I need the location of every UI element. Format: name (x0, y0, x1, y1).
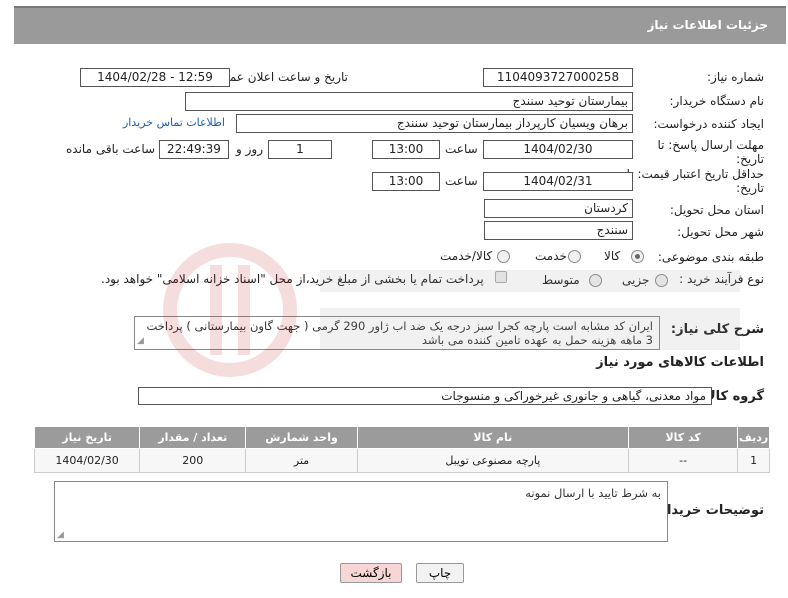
table-header-row: ردیف کد کالا نام کالا واحد شمارش تعداد /… (33, 426, 770, 449)
cell-quantity: 200 (139, 448, 247, 473)
need-number-field: 1104093727000258 (483, 68, 633, 87)
watermark-logo-icon (163, 243, 740, 377)
cell-item-code: -- (627, 448, 739, 473)
buyer-notes-text: به شرط تایید با ارسال نمونه (525, 486, 661, 500)
cell-item-name: پارچه مصنوعی تویبل (356, 448, 629, 473)
cell-row-number: 1 (737, 448, 770, 473)
page-header: جزئیات اطلاعات نیاز (14, 6, 786, 44)
days-label: روز و (236, 142, 263, 156)
creator-field: برهان ویسیان کارپرداز بیمارستان توحید سن… (236, 114, 633, 133)
print-button[interactable]: چاپ (416, 563, 464, 583)
delivery-province-field: کردستان (484, 199, 633, 218)
buyer-org-field: بیمارستان توحید سنندج (185, 92, 633, 111)
need-number-label: شماره نیاز: (707, 70, 764, 84)
resize-handle-icon[interactable]: ◢ (137, 334, 144, 348)
buyer-notes-label: توضیحات خریدار: (654, 503, 764, 518)
col-item-name: نام کالا (356, 426, 629, 449)
col-item-code: کد کالا (627, 426, 739, 449)
cell-need-date: 1404/02/30 (33, 448, 141, 473)
reply-deadline-label: مهلت ارسال پاسخ: تا تاریخ: (657, 138, 764, 166)
price-validity-label: حداقل تاریخ اعتبار قیمت: تا تاریخ: (626, 167, 764, 195)
col-row-number: ردیف (737, 426, 770, 449)
cell-unit: متر (245, 448, 358, 473)
buyer-contact-link[interactable]: اطلاعات تماس خریدار (123, 116, 225, 129)
col-need-date: تاریخ نیاز (33, 426, 141, 449)
delivery-province-label: استان محل تحویل: (669, 203, 764, 217)
remaining-time-label: ساعت باقی مانده (66, 142, 156, 156)
col-unit: واحد شمارش (245, 426, 358, 449)
remaining-time-field: 22:49:39 (159, 140, 229, 159)
reply-deadline-time: 13:00 (372, 140, 440, 159)
price-validity-time: 13:00 (372, 172, 440, 191)
price-validity-date: 1404/02/31 (483, 172, 633, 191)
reply-deadline-days: 1 (268, 140, 332, 159)
goods-table: ردیف کد کالا نام کالا واحد شمارش تعداد /… (33, 426, 770, 473)
creator-label: ایجاد کننده درخواست: (653, 117, 764, 131)
announce-datetime-field: 1404/02/28 - 12:59 (80, 68, 230, 87)
table-row[interactable]: 1 -- پارچه مصنوعی تویبل متر 200 1404/02/… (33, 448, 770, 473)
buyer-org-label: نام دستگاه خریدار: (669, 94, 765, 108)
col-quantity: تعداد / مقدار (139, 426, 247, 449)
back-button[interactable]: بازگشت (340, 563, 402, 583)
resize-handle-icon[interactable]: ◢ (57, 530, 64, 540)
price-validity-time-label: ساعت (445, 174, 478, 188)
buyer-notes-field[interactable]: به شرط تایید با ارسال نمونه ◢ (54, 481, 668, 542)
reply-deadline-date: 1404/02/30 (483, 140, 633, 159)
reply-deadline-time-label: ساعت (445, 142, 478, 156)
page-title: جزئیات اطلاعات نیاز (647, 18, 768, 32)
